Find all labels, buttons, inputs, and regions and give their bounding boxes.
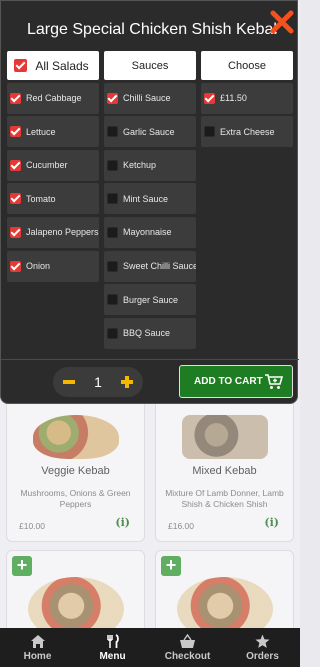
add-to-cart-label: ADD TO CART	[194, 376, 263, 387]
cart-plus-icon	[265, 374, 284, 389]
increment-button[interactable]	[119, 374, 135, 390]
option-label: Chilli Sauce	[123, 93, 171, 104]
column-header-label: Sauces	[131, 59, 169, 72]
modal-title: Large Special Chicken Shish Kebab	[27, 21, 277, 38]
item-options-modal: Large Special Chicken Shish Kebab All Sa…	[0, 0, 299, 404]
option-label: Garlic Sauce	[123, 126, 175, 137]
add-to-cart-button[interactable]: ADD TO CART	[179, 365, 293, 398]
nav-home[interactable]: Home	[0, 628, 75, 667]
nav-checkout[interactable]: Checkout	[150, 628, 225, 667]
sauces-column: Sauces Chilli Sauce Garlic Sauce Ketchup…	[104, 51, 196, 349]
option-cucumber[interactable]: Cucumber	[7, 149, 99, 181]
option-jalapeno-peppers[interactable]: Jalapeno Peppers	[7, 216, 99, 248]
option-label: Cucumber	[26, 160, 68, 171]
option-label: Red Cabbage	[26, 93, 82, 104]
option-lettuce[interactable]: Lettuce	[7, 116, 99, 148]
option-label: Mayonnaise	[123, 227, 172, 238]
basket-icon	[179, 634, 196, 650]
option-label: Extra Cheese	[220, 126, 275, 137]
nav-menu[interactable]: Menu	[75, 628, 150, 667]
option-label: BBQ Sauce	[123, 328, 171, 339]
option-label: Ketchup	[123, 160, 157, 171]
option-ketchup[interactable]: Ketchup	[104, 149, 196, 181]
option-label: Mint Sauce	[123, 193, 169, 204]
option-label: Jalapeno Peppers	[26, 227, 99, 238]
option-onion[interactable]: Onion	[7, 250, 99, 282]
option-sweet-chilli-sauce[interactable]: Sweet Chilli Sauce	[104, 250, 196, 282]
option-mayonnaise[interactable]: Mayonnaise	[104, 216, 196, 248]
nav-label: Home	[23, 650, 52, 662]
option-label: Onion	[26, 261, 51, 272]
checkbox-icon[interactable]	[204, 126, 215, 138]
bottom-navigation: Home Menu Checkout Orders	[0, 628, 300, 667]
option-label: £11.50	[220, 93, 247, 104]
checkbox-icon[interactable]	[10, 159, 21, 171]
option-burger-sauce[interactable]: Burger Sauce	[104, 284, 196, 316]
checkbox-icon[interactable]	[107, 193, 118, 205]
quantity-stepper: 1	[53, 367, 143, 397]
option-label: Burger Sauce	[123, 294, 179, 305]
plus-icon	[120, 376, 133, 388]
checkbox-icon[interactable]	[10, 226, 21, 238]
option-bbq-sauce[interactable]: BBQ Sauce	[104, 317, 196, 349]
checkbox-icon[interactable]	[10, 92, 21, 104]
checkbox-icon[interactable]	[107, 226, 118, 238]
home-icon	[30, 634, 46, 650]
column-header-label: Choose	[228, 59, 266, 72]
checkbox-icon[interactable]	[10, 260, 21, 272]
option-red-cabbage[interactable]: Red Cabbage	[7, 82, 99, 114]
checkbox-icon[interactable]	[107, 126, 118, 138]
option-label: Sweet Chilli Sauce	[123, 261, 196, 272]
modal-divider	[1, 359, 299, 360]
option-tomato[interactable]: Tomato	[7, 183, 99, 215]
option-mint-sauce[interactable]: Mint Sauce	[104, 183, 196, 215]
nav-label: Checkout	[164, 650, 211, 662]
nav-label: Menu	[99, 650, 126, 662]
checkbox-icon[interactable]	[107, 92, 118, 104]
nav-label: Orders	[246, 650, 279, 662]
column-header-label: All Salads	[35, 58, 89, 73]
option-chilli-sauce[interactable]: Chilli Sauce	[104, 82, 196, 114]
checkbox-icon[interactable]	[10, 126, 21, 138]
sauces-header: Sauces	[104, 51, 196, 80]
checkbox-icon[interactable]	[14, 59, 27, 72]
checkbox-icon[interactable]	[107, 294, 118, 306]
choose-header: Choose	[201, 51, 293, 80]
option-price[interactable]: £11.50	[201, 82, 293, 114]
option-label: Lettuce	[26, 126, 56, 137]
decrement-button[interactable]	[61, 374, 77, 390]
salads-column: All Salads Red Cabbage Lettuce Cucumber …	[7, 51, 99, 282]
checkbox-icon[interactable]	[204, 92, 215, 104]
option-label: Tomato	[26, 193, 56, 204]
choose-column: Choose £11.50 Extra Cheese	[201, 51, 293, 148]
all-salads-toggle[interactable]: All Salads	[7, 51, 99, 80]
nav-orders[interactable]: Orders	[225, 628, 300, 667]
checkbox-icon[interactable]	[107, 159, 118, 171]
minus-icon	[63, 380, 75, 384]
checkbox-icon[interactable]	[10, 193, 21, 205]
cutlery-icon	[106, 634, 120, 650]
quantity-value: 1	[94, 374, 102, 390]
option-garlic-sauce[interactable]: Garlic Sauce	[104, 116, 196, 148]
option-extra-cheese[interactable]: Extra Cheese	[201, 116, 293, 148]
star-icon	[255, 634, 270, 650]
close-icon[interactable]	[269, 9, 295, 35]
checkbox-icon[interactable]	[107, 260, 118, 272]
checkbox-icon[interactable]	[107, 327, 118, 339]
